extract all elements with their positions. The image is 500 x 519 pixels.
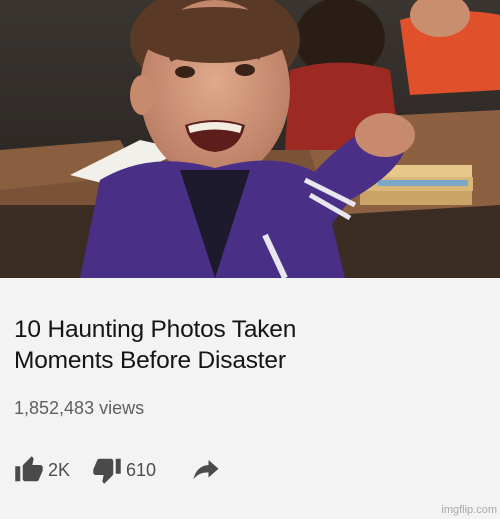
share-button[interactable] xyxy=(190,455,222,485)
imgflip-watermark: imgflip.com xyxy=(441,504,497,516)
video-thumbnail[interactable] xyxy=(0,0,500,278)
video-title-line-1: 10 Haunting Photos Taken xyxy=(14,316,297,343)
dislike-button[interactable]: 610 xyxy=(92,455,156,485)
thumbnail-image xyxy=(0,0,500,278)
video-title[interactable]: 10 Haunting Photos Taken Moments Before … xyxy=(14,314,484,376)
thumb-up-icon xyxy=(14,455,44,485)
video-info-panel: 10 Haunting Photos Taken Moments Before … xyxy=(0,278,500,519)
share-arrow-icon xyxy=(190,455,222,485)
video-title-line-2: Moments Before Disaster xyxy=(14,347,286,374)
thumb-down-icon xyxy=(92,455,122,485)
like-button[interactable]: 2K xyxy=(14,455,70,485)
like-count: 2K xyxy=(48,459,71,480)
action-bar: 2K 610 xyxy=(14,454,222,486)
view-count: 1,852,483 views xyxy=(14,398,145,418)
dislike-count: 610 xyxy=(126,459,157,480)
